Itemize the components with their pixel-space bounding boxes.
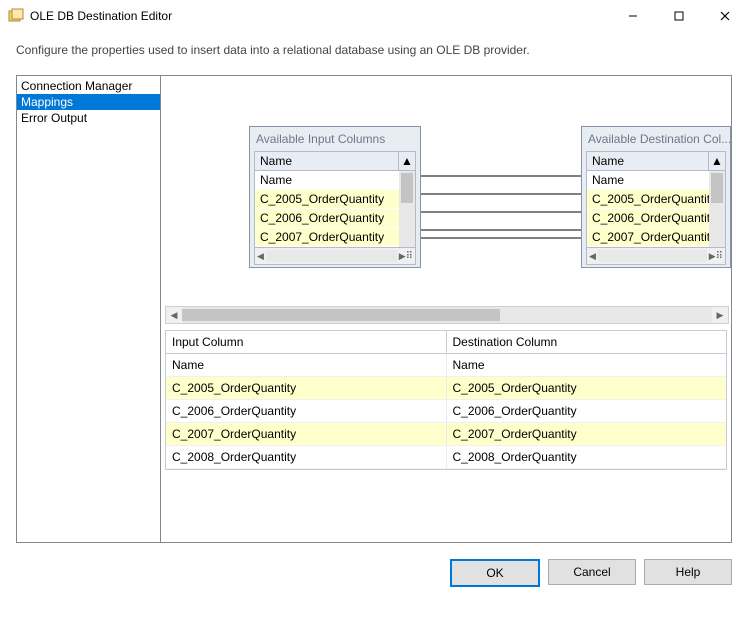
cell-input-column[interactable]: C_2006_OrderQuantity bbox=[166, 400, 447, 422]
table-row[interactable]: C_2006_OrderQuantityC_2006_OrderQuantity bbox=[166, 400, 726, 423]
available-input-columns: Available Input Columns Name ▲ NameC_200… bbox=[249, 126, 421, 268]
dialog-buttons: OK Cancel Help bbox=[0, 543, 748, 587]
mapping-diagram: Available Input Columns Name ▲ NameC_200… bbox=[161, 126, 731, 306]
table-row[interactable]: C_2007_OrderQuantityC_2007_OrderQuantity bbox=[166, 423, 726, 446]
app-icon bbox=[8, 8, 24, 24]
grid-header-input[interactable]: Input Column bbox=[166, 331, 447, 353]
grid-header: Input Column Destination Column bbox=[166, 331, 726, 354]
sort-asc-icon[interactable]: ▲ bbox=[399, 152, 415, 170]
table-row[interactable]: NameName bbox=[166, 354, 726, 377]
resize-grip-icon[interactable]: ⠿ bbox=[406, 251, 413, 262]
cell-destination-column[interactable]: C_2007_OrderQuantity bbox=[447, 423, 727, 445]
sort-asc-icon[interactable]: ▲ bbox=[709, 152, 725, 170]
diagram-scrollbar[interactable]: ◀ ▶ bbox=[165, 306, 729, 324]
sidebar-item-connection-manager[interactable]: Connection Manager bbox=[17, 78, 160, 94]
list-item[interactable]: C_2006_OrderQuantity bbox=[587, 209, 725, 228]
list-item[interactable]: C_2005_OrderQuantity bbox=[255, 190, 415, 209]
vertical-scrollbar[interactable] bbox=[399, 171, 415, 247]
cell-destination-column[interactable]: C_2005_OrderQuantity bbox=[447, 377, 727, 399]
ok-button[interactable]: OK bbox=[450, 559, 540, 587]
list-item[interactable]: C_2006_OrderQuantity bbox=[255, 209, 415, 228]
window-controls bbox=[610, 0, 748, 32]
resize-grip-icon[interactable]: ⠿ bbox=[716, 251, 723, 262]
close-button[interactable] bbox=[702, 0, 748, 32]
dest-box-header[interactable]: Name ▲ bbox=[586, 151, 726, 171]
cell-destination-column[interactable]: Name bbox=[447, 354, 727, 376]
help-button[interactable]: Help bbox=[644, 559, 732, 585]
description-text: Configure the properties used to insert … bbox=[0, 33, 748, 75]
table-row[interactable]: C_2005_OrderQuantityC_2005_OrderQuantity bbox=[166, 377, 726, 400]
dest-rows[interactable]: NameC_2005_OrderQuantityC_2006_OrderQuan… bbox=[586, 171, 726, 248]
scroll-right-icon[interactable]: ▶ bbox=[709, 251, 716, 262]
cell-destination-column[interactable]: C_2006_OrderQuantity bbox=[447, 400, 727, 422]
list-item[interactable]: Name bbox=[255, 171, 415, 190]
vertical-scrollbar[interactable] bbox=[709, 171, 725, 247]
input-box-header[interactable]: Name ▲ bbox=[254, 151, 416, 171]
list-item[interactable]: C_2007_OrderQuantity bbox=[255, 228, 415, 247]
cell-input-column[interactable]: C_2005_OrderQuantity bbox=[166, 377, 447, 399]
cancel-button[interactable]: Cancel bbox=[548, 559, 636, 585]
cell-input-column[interactable]: C_2007_OrderQuantity bbox=[166, 423, 447, 445]
scroll-right-icon[interactable]: ▶ bbox=[712, 310, 728, 321]
horizontal-scrollbar[interactable]: ◀ ▶ ⠿ bbox=[254, 248, 416, 265]
scroll-left-icon[interactable]: ◀ bbox=[166, 310, 182, 321]
minimize-button[interactable] bbox=[610, 0, 656, 32]
available-destination-columns: Available Destination Col... Name ▲ Name… bbox=[581, 126, 731, 268]
cell-input-column[interactable]: Name bbox=[166, 354, 447, 376]
mappings-panel: Available Input Columns Name ▲ NameC_200… bbox=[161, 75, 732, 543]
grid-header-destination[interactable]: Destination Column bbox=[447, 331, 727, 353]
window-title: OLE DB Destination Editor bbox=[30, 9, 172, 23]
list-item[interactable]: Name bbox=[587, 171, 725, 190]
grid-rows: NameNameC_2005_OrderQuantityC_2005_Order… bbox=[166, 354, 726, 469]
sidebar-item-error-output[interactable]: Error Output bbox=[17, 110, 160, 126]
list-item[interactable]: C_2005_OrderQuantity bbox=[587, 190, 725, 209]
scroll-right-icon[interactable]: ▶ bbox=[399, 251, 406, 262]
titlebar: OLE DB Destination Editor bbox=[0, 0, 748, 33]
maximize-button[interactable] bbox=[656, 0, 702, 32]
cell-destination-column[interactable]: C_2008_OrderQuantity bbox=[447, 446, 727, 468]
mapping-grid: Input Column Destination Column NameName… bbox=[165, 330, 727, 470]
list-item[interactable]: C_2007_OrderQuantity bbox=[587, 228, 725, 247]
scroll-left-icon[interactable]: ◀ bbox=[589, 251, 596, 262]
horizontal-scrollbar[interactable]: ◀ ▶ ⠿ bbox=[586, 248, 726, 265]
input-box-title: Available Input Columns bbox=[250, 127, 420, 151]
cell-input-column[interactable]: C_2008_OrderQuantity bbox=[166, 446, 447, 468]
sidebar: Connection ManagerMappingsError Output bbox=[16, 75, 161, 543]
sidebar-item-mappings[interactable]: Mappings bbox=[17, 94, 160, 110]
dest-box-title: Available Destination Col... bbox=[582, 127, 730, 151]
table-row[interactable]: C_2008_OrderQuantityC_2008_OrderQuantity bbox=[166, 446, 726, 469]
scroll-left-icon[interactable]: ◀ bbox=[257, 251, 264, 262]
input-rows[interactable]: NameC_2005_OrderQuantityC_2006_OrderQuan… bbox=[254, 171, 416, 248]
